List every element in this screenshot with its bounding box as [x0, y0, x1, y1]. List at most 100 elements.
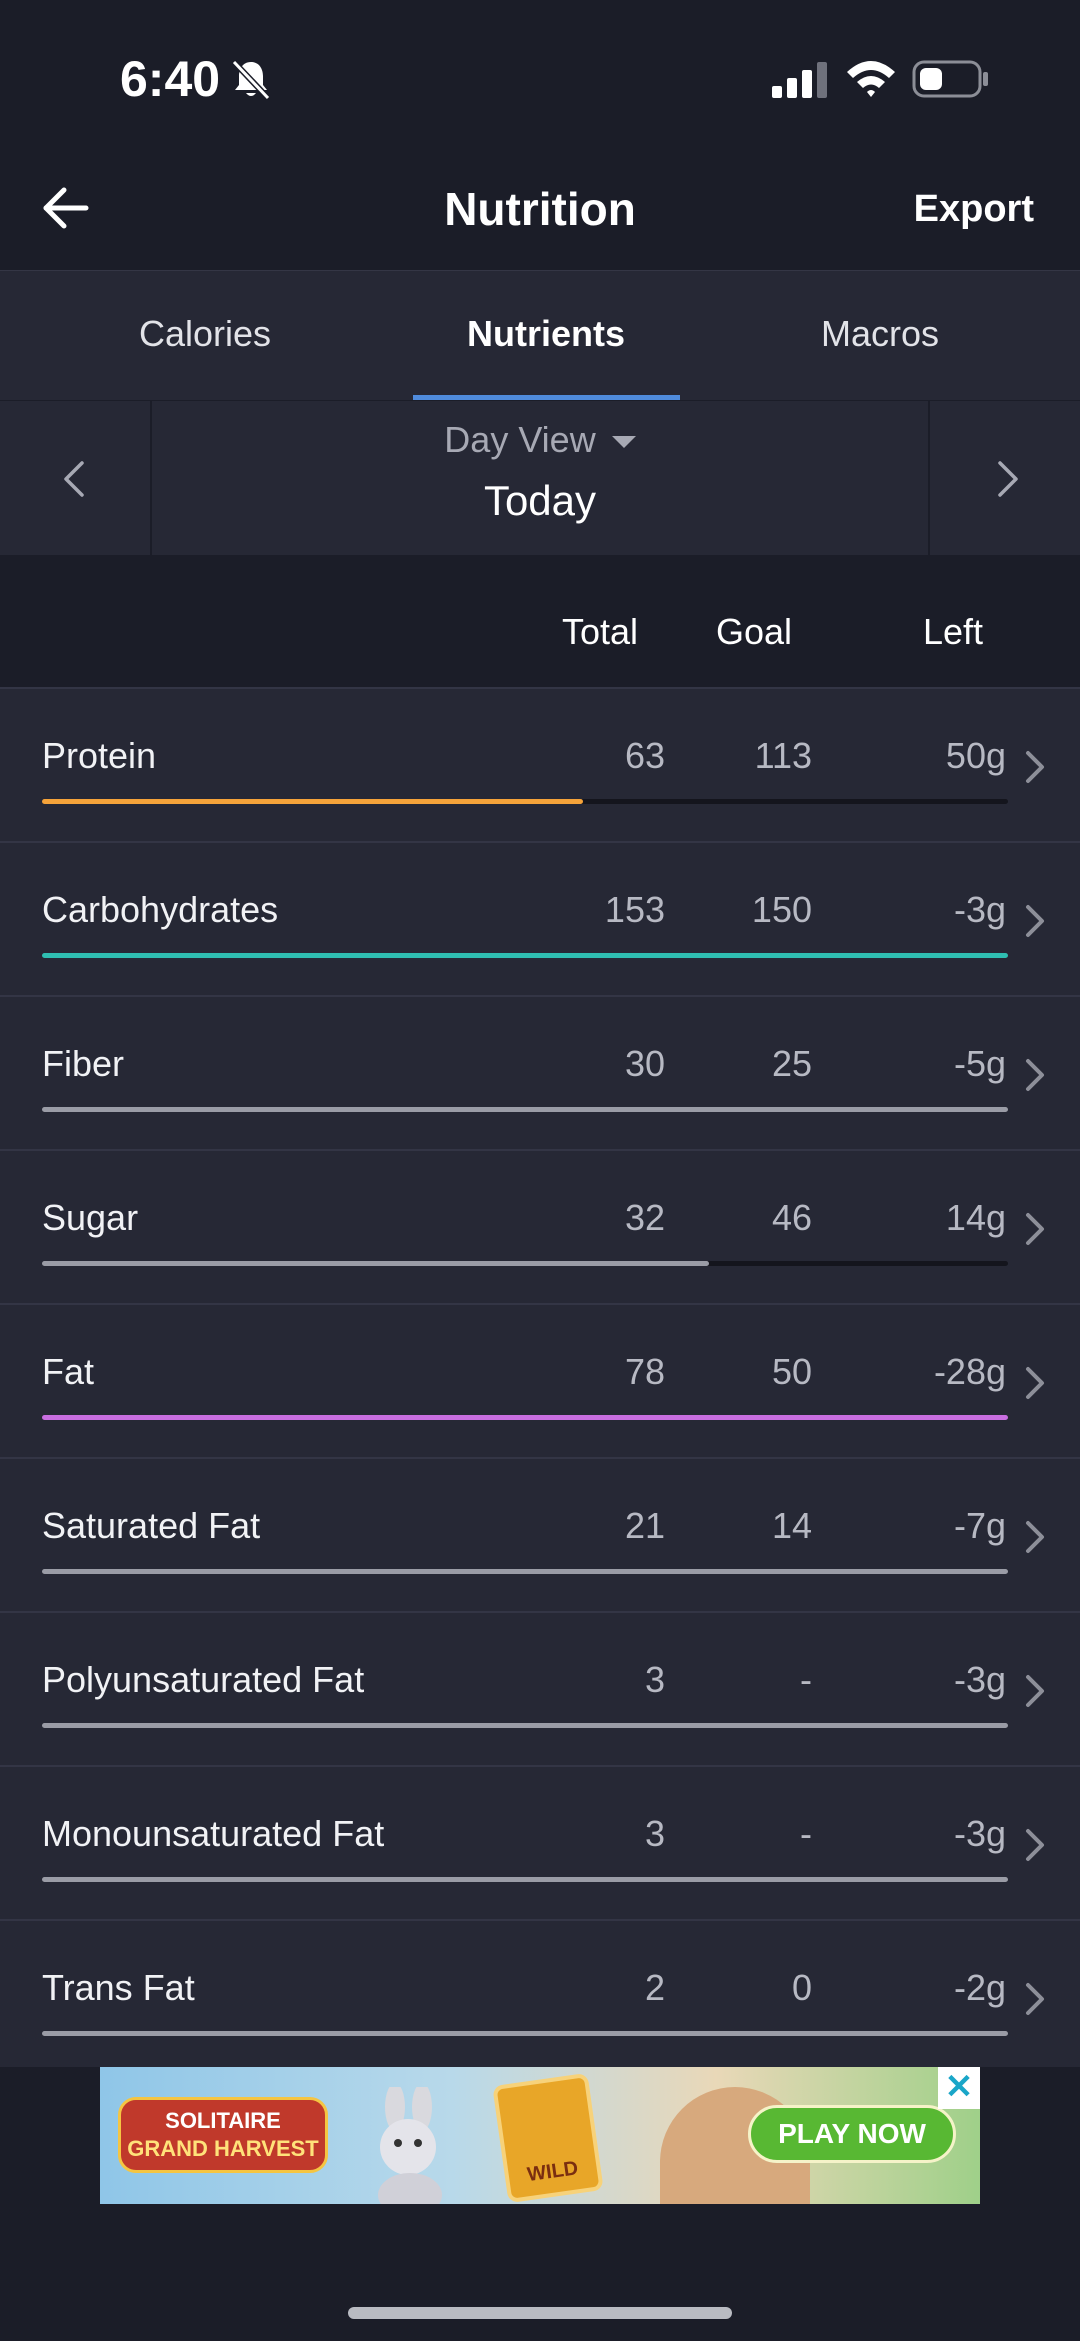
nutrient-name: Sugar [42, 1197, 139, 1238]
nutrient-goal: - [800, 1813, 812, 1854]
nutrient-total: 30 [624, 1043, 665, 1084]
nutrient-left: 14g [945, 1197, 1006, 1238]
ad-logo: SOLITAIRE GRAND HARVEST [118, 2097, 328, 2173]
tab-calories[interactable]: Calories [40, 313, 370, 355]
nutrient-row-trans-fat[interactable]: Trans Fat 2 0 -2g [0, 1919, 1080, 2073]
nutrient-name: Fiber [42, 1043, 125, 1084]
nutrient-progress-fill [42, 1107, 1008, 1112]
status-bar: 6:40 [0, 0, 1080, 160]
nutrient-row-polyunsaturated-fat[interactable]: Polyunsaturated Fat 3 - -3g [0, 1611, 1080, 1765]
nutrient-progress-track [42, 1107, 1008, 1112]
column-total: Total [562, 611, 639, 652]
nutrient-total: 3 [644, 1659, 665, 1700]
nutrient-progress-track [42, 1261, 1008, 1266]
tab-macros[interactable]: Macros [715, 313, 1045, 355]
battery-icon [912, 60, 988, 98]
ad-banner[interactable]: SOLITAIRE GRAND HARVEST WILD PLAY NOW ✕ [100, 2067, 980, 2204]
nutrient-row-sugar[interactable]: Sugar 32 46 14g [0, 1149, 1080, 1303]
nutrient-total: 21 [624, 1505, 665, 1546]
nutrient-goal: 0 [791, 1967, 812, 2008]
chevron-right-icon [1026, 1213, 1044, 1245]
nutrient-total: 153 [604, 889, 665, 930]
nutrient-progress-fill [42, 1569, 1008, 1574]
next-day-button[interactable] [928, 401, 1080, 556]
tab-nutrients[interactable]: Nutrients [381, 313, 711, 355]
nutrient-left: -3g [953, 1813, 1006, 1854]
nutrient-progress-fill [42, 953, 1008, 958]
ad-area: SOLITAIRE GRAND HARVEST WILD PLAY NOW ✕ [0, 2067, 1080, 2341]
nav-header: Nutrition Export [0, 160, 1080, 270]
nutrient-progress-fill [42, 799, 583, 804]
chevron-right-icon [1026, 751, 1044, 783]
selected-date: Today [483, 477, 597, 524]
nutrient-name: Carbohydrates [42, 889, 279, 930]
nutrient-total: 2 [644, 1967, 665, 2008]
nutrient-progress-track [42, 2031, 1008, 2036]
nutrient-progress-track [42, 1723, 1008, 1728]
nutrient-goal: 50 [771, 1351, 812, 1392]
nutrient-left: -2g [953, 1967, 1006, 2008]
tab-bar: Calories Nutrients Macros [0, 270, 1080, 401]
column-header: Total Goal Left [0, 555, 1080, 687]
status-time: 6:40 [120, 51, 221, 107]
day-view-label: Day View [444, 419, 596, 460]
nutrient-left: -3g [953, 889, 1006, 930]
nutrient-name: Saturated Fat [42, 1505, 261, 1546]
nutrient-progress-fill [42, 2031, 1008, 2036]
silent-bell-icon [231, 59, 271, 101]
nutrient-total: 78 [624, 1351, 665, 1392]
caret-down-icon [611, 436, 636, 449]
nutrient-row-fiber[interactable]: Fiber 30 25 -5g [0, 995, 1080, 1149]
chevron-right-icon [1026, 1521, 1044, 1553]
nutrient-progress-fill [42, 1261, 709, 1266]
nutrient-progress-track [42, 1569, 1008, 1574]
nutrient-total: 32 [624, 1197, 665, 1238]
nutrient-total: 3 [644, 1813, 665, 1854]
nutrient-progress-track [42, 799, 1008, 804]
ad-close-icon[interactable]: ✕ [938, 2067, 980, 2109]
home-indicator [348, 2307, 732, 2319]
nutrient-left: -7g [953, 1505, 1006, 1546]
nutrient-name: Protein [42, 735, 157, 776]
nutrient-name: Trans Fat [42, 1967, 195, 2008]
nutrient-name: Fat [42, 1351, 95, 1392]
nutrient-progress-fill [42, 1877, 1008, 1882]
nutrient-left: -3g [953, 1659, 1006, 1700]
nutrient-row-carbohydrates[interactable]: Carbohydrates 153 150 -3g [0, 841, 1080, 995]
nutrient-progress-track [42, 1877, 1008, 1882]
ad-wild-card: WILD [492, 2072, 604, 2204]
nutrient-goal: 150 [751, 889, 812, 930]
day-view-dropdown[interactable]: Day View [0, 419, 1080, 461]
column-left: Left [923, 611, 984, 652]
chevron-right-icon [1026, 1675, 1044, 1707]
chevron-right-icon [1026, 1367, 1044, 1399]
nutrient-name: Monounsaturated Fat [42, 1813, 385, 1854]
nutrient-row-monounsaturated-fat[interactable]: Monounsaturated Fat 3 - -3g [0, 1765, 1080, 1919]
nutrient-left: -28g [933, 1351, 1006, 1392]
ad-play-now-button[interactable]: PLAY NOW [748, 2105, 956, 2163]
nutrient-progress-fill [42, 1415, 1008, 1420]
nutrient-row-saturated-fat[interactable]: Saturated Fat 21 14 -7g [0, 1457, 1080, 1611]
nutrient-left: 50g [945, 735, 1006, 776]
nutrient-list: Protein 63 113 50g Carbohydrates 153 150 -3g Fib… [0, 687, 1080, 2073]
chevron-right-icon [1026, 1829, 1044, 1861]
chevron-right-icon [998, 461, 1018, 497]
chevron-right-icon [1026, 1059, 1044, 1091]
bunny-illustration [378, 2087, 442, 2204]
nutrient-goal: 46 [771, 1197, 812, 1238]
nutrient-goal: 113 [754, 735, 812, 776]
export-button[interactable]: Export [914, 188, 1034, 231]
chevron-right-icon [1026, 905, 1044, 937]
cellular-signal-icon [772, 62, 827, 98]
nutrient-goal: 14 [771, 1505, 812, 1546]
ad-logo-line1: SOLITAIRE [165, 2108, 281, 2133]
nutrient-row-protein[interactable]: Protein 63 113 50g [0, 687, 1080, 841]
nutrient-goal: - [800, 1659, 812, 1700]
nutrient-total: 63 [624, 735, 665, 776]
nutrient-row-fat[interactable]: Fat 78 50 -28g [0, 1303, 1080, 1457]
ad-card-text: WILD [525, 2157, 580, 2187]
nutrient-left: -5g [953, 1043, 1006, 1084]
nutrient-goal: 25 [771, 1043, 812, 1084]
column-goal: Goal [716, 611, 793, 652]
nutrient-progress-fill [42, 1723, 1008, 1728]
